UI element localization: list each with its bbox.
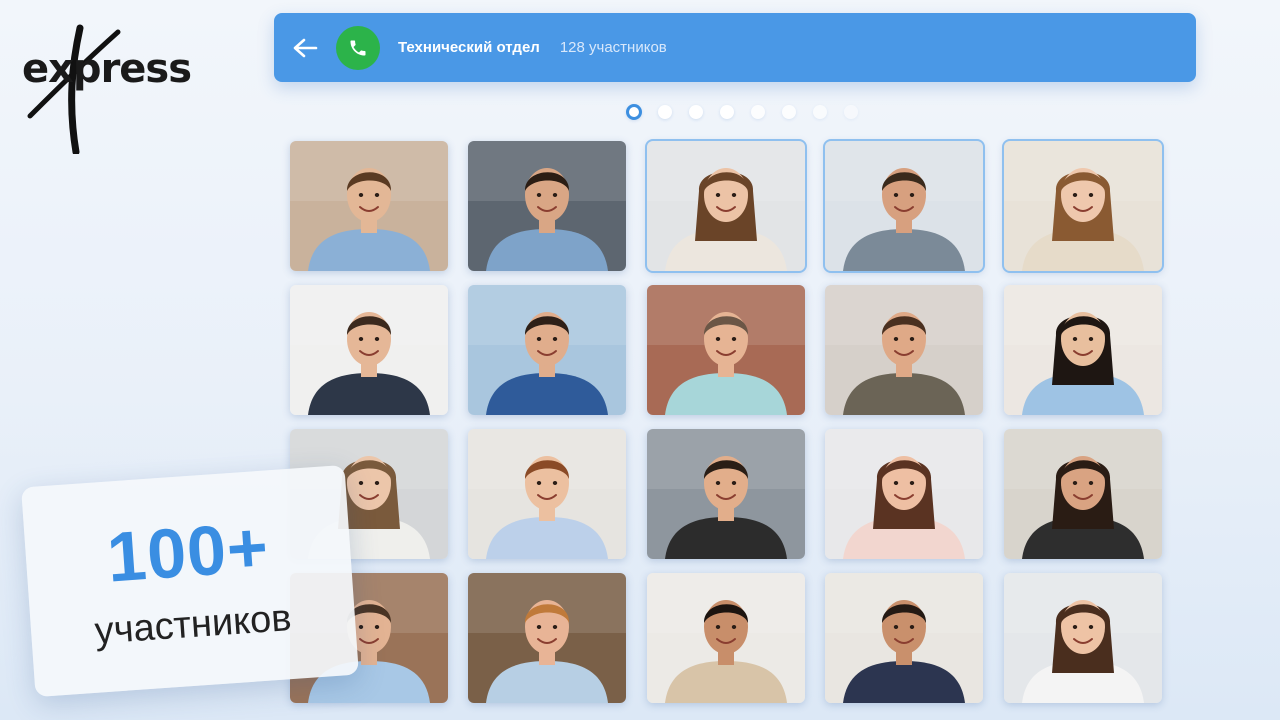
page-indicator <box>626 101 875 123</box>
express-logo: express <box>22 24 192 154</box>
participant-video-tile[interactable] <box>645 139 807 273</box>
participants-count: 128 участников <box>559 39 667 56</box>
participant-avatar <box>647 573 805 703</box>
participant-avatar <box>1004 429 1162 559</box>
participant-avatar <box>1004 141 1162 271</box>
participant-avatar <box>468 141 626 271</box>
participant-video-tile[interactable] <box>647 429 805 559</box>
participant-video-tile[interactable] <box>290 141 448 271</box>
chat-title: Технический отдел <box>398 39 540 56</box>
participant-avatar <box>825 141 983 271</box>
participant-avatar <box>468 285 626 415</box>
page-dot-4[interactable] <box>720 105 734 119</box>
arrow-left-icon <box>293 38 318 57</box>
promo-badge: 100+ участников <box>21 464 359 698</box>
promo-number: 100+ <box>104 507 272 597</box>
page-dot-6[interactable] <box>782 105 796 119</box>
participant-video-tile[interactable] <box>468 429 626 559</box>
call-button[interactable] <box>336 25 380 70</box>
participant-video-tile[interactable] <box>825 573 983 703</box>
participant-video-tile[interactable] <box>468 285 626 415</box>
participant-avatar <box>468 429 626 559</box>
participant-avatar <box>290 141 448 271</box>
participant-video-tile[interactable] <box>825 285 983 415</box>
participant-video-tile[interactable] <box>823 139 985 273</box>
participant-avatar <box>825 429 983 559</box>
participant-avatar <box>647 429 805 559</box>
participant-video-tile[interactable] <box>468 573 626 703</box>
page-dot-5[interactable] <box>751 105 765 119</box>
participant-video-tile[interactable] <box>647 285 805 415</box>
promo-label: участников <box>93 597 293 653</box>
participant-video-tile[interactable] <box>1004 573 1162 703</box>
participant-video-tile[interactable] <box>1004 429 1162 559</box>
participant-video-tile[interactable] <box>1004 285 1162 415</box>
logo-text: express <box>22 46 192 92</box>
participant-avatar <box>647 285 805 415</box>
page-dot-8[interactable] <box>844 105 858 119</box>
participant-video-tile[interactable] <box>290 285 448 415</box>
page-dot-1[interactable] <box>626 104 642 120</box>
page-dot-2[interactable] <box>658 105 672 119</box>
participant-avatar <box>647 141 805 271</box>
participant-avatar <box>825 573 983 703</box>
chat-header: Технический отдел 128 участников <box>274 13 1196 82</box>
phone-icon <box>350 40 366 55</box>
participant-avatar <box>290 285 448 415</box>
participant-avatar <box>468 573 626 703</box>
back-button[interactable] <box>290 33 320 63</box>
page-dot-3[interactable] <box>689 105 703 119</box>
participant-avatar <box>1004 573 1162 703</box>
participant-video-tile[interactable] <box>647 573 805 703</box>
participant-video-tile[interactable] <box>1002 139 1164 273</box>
participant-avatar <box>825 285 983 415</box>
participant-video-tile[interactable] <box>468 141 626 271</box>
participant-avatar <box>1004 285 1162 415</box>
page-dot-7[interactable] <box>813 105 827 119</box>
participant-video-tile[interactable] <box>825 429 983 559</box>
